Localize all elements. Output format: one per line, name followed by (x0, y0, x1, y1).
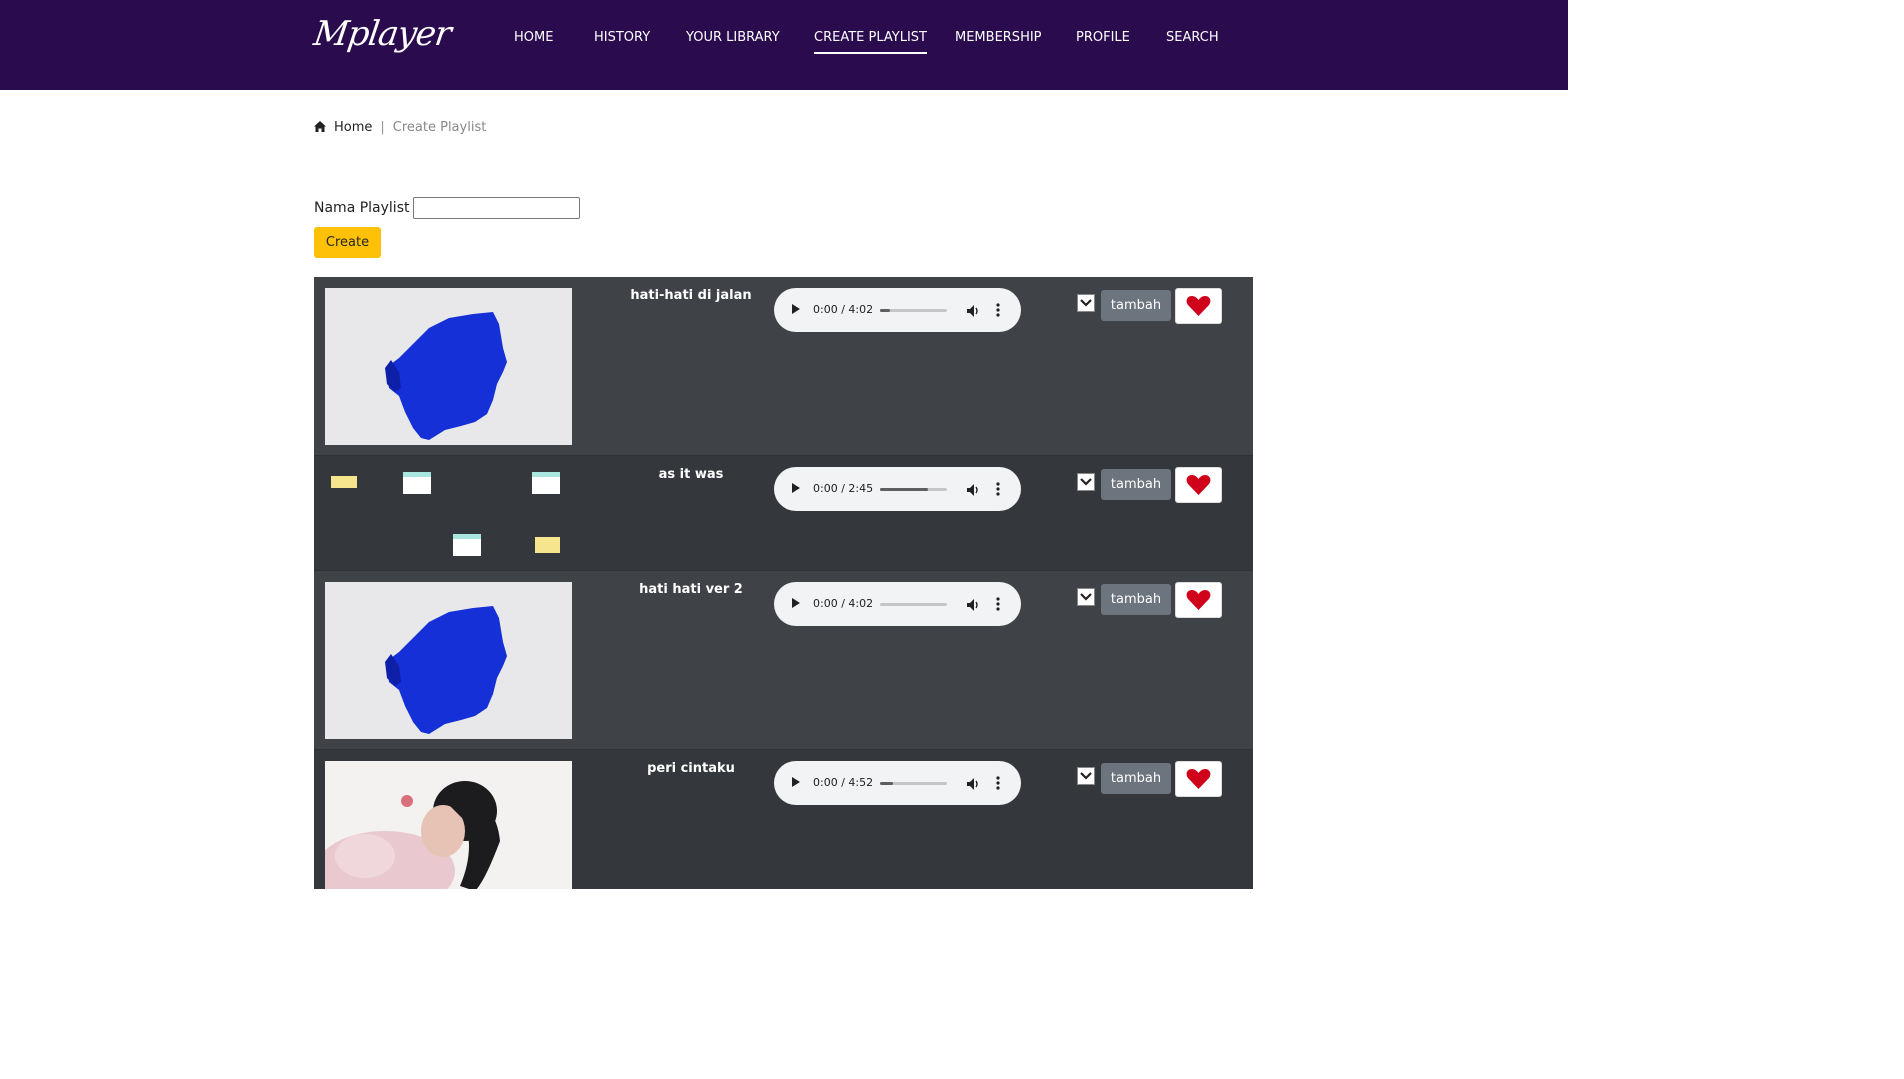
home-icon (314, 121, 326, 136)
table-row: peri cintaku 0:00 / 4:52 tambah (314, 749, 1253, 889)
audio-progress-fill (880, 782, 894, 785)
like-button[interactable] (1175, 582, 1222, 618)
volume-icon[interactable] (966, 303, 980, 322)
like-button[interactable] (1175, 467, 1222, 503)
nav-your-library[interactable]: YOUR LIBRARY (686, 30, 780, 45)
heart-icon (1186, 769, 1211, 789)
album-art (325, 582, 572, 739)
audio-progress[interactable] (880, 782, 947, 785)
play-icon[interactable] (792, 777, 800, 787)
more-vert-icon[interactable] (996, 596, 1000, 616)
more-vert-icon[interactable] (996, 302, 1000, 322)
audio-time: 0:00 / 2:45 (813, 482, 874, 495)
playlist-name-label: Nama Playlist : (314, 200, 419, 216)
song-title: peri cintaku (647, 761, 735, 776)
audio-progress[interactable] (880, 603, 947, 606)
breadcrumb-separator: | (380, 120, 385, 135)
volume-icon[interactable] (966, 482, 980, 501)
volume-icon[interactable] (966, 776, 980, 795)
heart-icon (1186, 475, 1211, 495)
playlist-select[interactable] (1077, 473, 1095, 491)
heart-icon (1186, 590, 1211, 610)
song-table: hati-hati di jalan 0:00 / 4:02 tambah as… (314, 277, 1253, 889)
audio-progress[interactable] (880, 309, 947, 312)
audio-player: 0:00 / 4:52 (774, 761, 1021, 805)
nav-profile[interactable]: PROFILE (1076, 30, 1130, 45)
song-title: as it was (658, 467, 724, 482)
nav-history[interactable]: HISTORY (594, 30, 650, 45)
breadcrumb-current: Create Playlist (392, 120, 487, 135)
add-to-playlist-button[interactable]: tambah (1101, 763, 1171, 794)
audio-progress-fill (880, 488, 929, 491)
playlist-select[interactable] (1077, 588, 1095, 606)
add-to-playlist-button[interactable]: tambah (1101, 584, 1171, 615)
table-row: hati-hati di jalan 0:00 / 4:02 tambah (314, 277, 1253, 455)
song-title: hati-hati di jalan (630, 288, 752, 303)
album-art (325, 761, 572, 889)
volume-icon[interactable] (966, 597, 980, 616)
table-row: as it was 0:00 / 2:45 tambah (314, 455, 1253, 571)
play-icon[interactable] (792, 598, 800, 608)
playlist-select[interactable] (1077, 767, 1095, 785)
playlist-select[interactable] (1077, 294, 1095, 312)
breadcrumb: Home | Create Playlist (314, 120, 486, 136)
play-icon[interactable] (792, 304, 800, 314)
audio-time: 0:00 / 4:02 (813, 597, 874, 610)
chevron-down-icon (1080, 772, 1092, 780)
audio-time: 0:00 / 4:52 (813, 776, 874, 789)
heart-icon (1186, 296, 1211, 316)
create-button[interactable]: Create (314, 227, 381, 258)
audio-player: 0:00 / 4:02 (774, 288, 1021, 332)
more-vert-icon[interactable] (996, 481, 1000, 501)
audio-player: 0:00 / 4:02 (774, 582, 1021, 626)
playlist-name-input[interactable] (413, 197, 580, 219)
add-to-playlist-button[interactable]: tambah (1101, 469, 1171, 500)
play-icon[interactable] (792, 483, 800, 493)
nav-home[interactable]: HOME (514, 30, 553, 45)
brand-logo[interactable]: Mplayer (311, 14, 453, 54)
audio-progress[interactable] (880, 488, 947, 491)
audio-time: 0:00 / 4:02 (813, 303, 874, 316)
album-art (325, 467, 572, 567)
like-button[interactable] (1175, 761, 1222, 797)
like-button[interactable] (1175, 288, 1222, 324)
top-navbar: Mplayer HOME HISTORY YOUR LIBRARY CREATE… (0, 0, 1568, 90)
add-to-playlist-button[interactable]: tambah (1101, 290, 1171, 321)
nav-membership[interactable]: MEMBERSHIP (955, 30, 1042, 45)
table-row: hati hati ver 2 0:00 / 4:02 tambah (314, 570, 1253, 750)
chevron-down-icon (1080, 299, 1092, 307)
audio-progress-fill (880, 309, 891, 312)
chevron-down-icon (1080, 478, 1092, 486)
audio-player: 0:00 / 2:45 (774, 467, 1021, 511)
chevron-down-icon (1080, 593, 1092, 601)
album-art (325, 288, 572, 445)
nav-search[interactable]: SEARCH (1166, 30, 1219, 45)
song-title: hati hati ver 2 (639, 582, 743, 597)
breadcrumb-home-link[interactable]: Home (334, 120, 372, 135)
nav-create-playlist[interactable]: CREATE PLAYLIST (814, 30, 927, 54)
more-vert-icon[interactable] (996, 775, 1000, 795)
